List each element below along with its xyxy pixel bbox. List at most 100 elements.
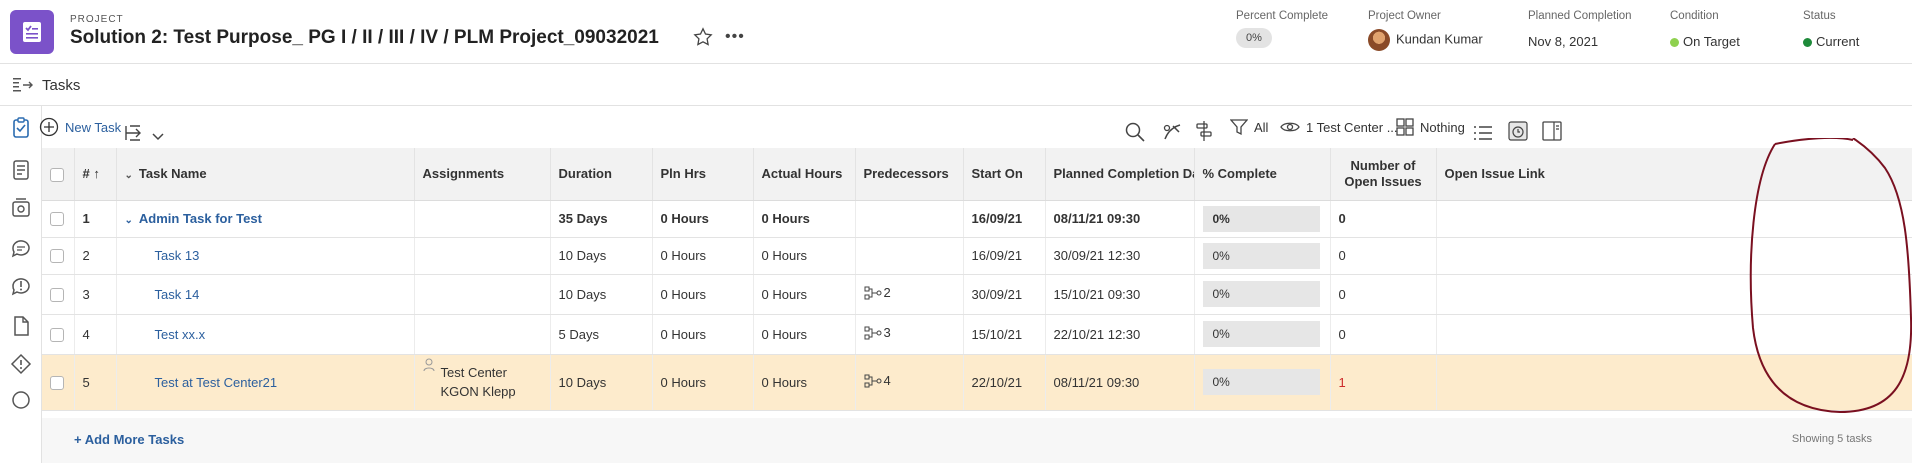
duration-cell[interactable]: 10 Days: [550, 354, 653, 411]
open-issue-link-cell[interactable]: [1436, 354, 1912, 411]
start-on-cell[interactable]: 22/10/21: [963, 354, 1046, 411]
add-more-tasks-button[interactable]: + Add More Tasks: [74, 432, 184, 447]
row-checkbox[interactable]: [50, 212, 64, 227]
pln-hrs-cell[interactable]: 0 Hours: [652, 200, 754, 238]
duration-cell[interactable]: 35 Days: [550, 200, 653, 238]
predecessors-cell[interactable]: 4: [855, 354, 964, 411]
grouping-button[interactable]: Nothing: [1396, 114, 1465, 140]
col-planned-completion[interactable]: Planned Completion Date: [1045, 148, 1195, 201]
issue-nav-icon[interactable]: [9, 274, 33, 298]
timeline-icon[interactable]: [1195, 118, 1213, 144]
status-value[interactable]: Current: [1816, 34, 1859, 49]
pln-hrs-cell[interactable]: 0 Hours: [652, 354, 754, 411]
pct-complete-cell[interactable]: 0%: [1202, 281, 1320, 307]
pct-complete-cell[interactable]: 0%: [1202, 369, 1320, 395]
avatar[interactable]: [1368, 29, 1390, 51]
predecessors-cell[interactable]: [855, 200, 964, 238]
assignments-cell[interactable]: [414, 237, 551, 275]
table-row[interactable]: 1 ⌄ Admin Task for Test 35 Days 0 Hours 0…: [42, 200, 1912, 238]
actual-hours-cell[interactable]: 0 Hours: [753, 237, 856, 275]
timer-icon[interactable]: [1508, 118, 1528, 144]
start-on-cell[interactable]: 16/09/21: [963, 237, 1046, 275]
select-all-checkbox[interactable]: [50, 167, 64, 182]
filter-button[interactable]: All: [1230, 114, 1268, 140]
table-row[interactable]: 4 Test xx.x 5 Days 0 Hours 0 Hours 3 15/…: [42, 314, 1912, 355]
col-actual-hours[interactable]: Actual Hours: [753, 148, 856, 201]
col-pct-complete[interactable]: % Complete: [1194, 148, 1331, 201]
list-view-icon[interactable]: [1473, 120, 1493, 146]
open-issue-link-cell[interactable]: [1436, 200, 1912, 238]
col-predecessors[interactable]: Predecessors: [855, 148, 964, 201]
duration-cell[interactable]: 10 Days: [550, 237, 653, 275]
task-name-link[interactable]: Test at Test Center21: [155, 375, 278, 390]
condition-value[interactable]: On Target: [1683, 34, 1740, 49]
search-icon[interactable]: [1125, 119, 1145, 145]
task-name-link[interactable]: Task 14: [155, 287, 200, 302]
row-checkbox[interactable]: [50, 327, 64, 342]
panel-toggle-icon[interactable]: [1542, 118, 1562, 144]
col-number[interactable]: # ↑: [74, 148, 117, 201]
select-all-cell[interactable]: [42, 148, 75, 201]
planned-completion-cell[interactable]: 15/10/21 09:30: [1045, 274, 1195, 315]
layers-nav-icon[interactable]: [9, 196, 33, 220]
document-nav-icon[interactable]: [9, 158, 33, 182]
pct-complete-cell[interactable]: 0%: [1202, 205, 1320, 232]
row-checkbox[interactable]: [50, 249, 64, 264]
collapse-panel-icon[interactable]: [12, 77, 34, 93]
indent-icon[interactable]: [124, 120, 146, 146]
pct-complete-cell[interactable]: 0%: [1202, 242, 1320, 269]
comment-nav-icon[interactable]: [9, 236, 33, 260]
assignments-cell[interactable]: [414, 274, 551, 315]
predecessors-cell[interactable]: [855, 237, 964, 275]
col-pln-hrs[interactable]: Pln Hrs: [652, 148, 754, 201]
star-icon[interactable]: [693, 27, 713, 47]
planned-completion-cell[interactable]: 22/10/21 12:30: [1045, 314, 1195, 355]
open-issue-link-cell[interactable]: [1436, 237, 1912, 275]
more-options-icon[interactable]: •••: [725, 28, 745, 46]
assignments-cell[interactable]: [414, 314, 551, 355]
project-owner-name[interactable]: Kundan Kumar: [1396, 31, 1483, 46]
start-on-cell[interactable]: 30/09/21: [963, 274, 1046, 315]
row-checkbox[interactable]: [50, 375, 64, 390]
start-on-cell[interactable]: 15/10/21: [963, 314, 1046, 355]
col-open-issue-link[interactable]: Open Issue Link: [1436, 148, 1912, 201]
task-name-link[interactable]: Test xx.x: [155, 327, 206, 342]
risk-nav-icon[interactable]: [9, 352, 33, 376]
predecessors-cell[interactable]: 2: [855, 274, 964, 315]
duration-cell[interactable]: 10 Days: [550, 274, 653, 315]
actual-hours-cell[interactable]: 0 Hours: [753, 354, 856, 411]
table-row[interactable]: 2 Task 13 10 Days 0 Hours 0 Hours 16/09/…: [42, 237, 1912, 275]
table-row[interactable]: 5 Test at Test Center21 Test Center KGON…: [42, 354, 1912, 411]
assignments-cell[interactable]: Test Center KGON Klepp: [414, 354, 551, 411]
col-start-on[interactable]: Start On: [963, 148, 1046, 201]
pln-hrs-cell[interactable]: 0 Hours: [652, 314, 754, 355]
col-duration[interactable]: Duration: [550, 148, 653, 201]
open-issue-link-cell[interactable]: [1436, 274, 1912, 315]
tasks-nav-icon[interactable]: [9, 116, 33, 140]
file-nav-icon[interactable]: [9, 314, 33, 338]
row-checkbox[interactable]: [50, 287, 64, 302]
open-issue-link-cell[interactable]: [1436, 314, 1912, 355]
actual-hours-cell[interactable]: 0 Hours: [753, 314, 856, 355]
actual-hours-cell[interactable]: 0 Hours: [753, 200, 856, 238]
pct-complete-cell[interactable]: 0%: [1202, 321, 1320, 347]
planned-completion-cell[interactable]: 08/11/21 09:30: [1045, 354, 1195, 411]
view-button[interactable]: 1 Test Center ...: [1280, 114, 1398, 140]
predecessors-cell[interactable]: 3: [855, 314, 964, 355]
new-task-button[interactable]: New Task: [39, 114, 121, 140]
task-name-link[interactable]: Task 13: [155, 248, 200, 263]
table-row[interactable]: 3 Task 14 10 Days 0 Hours 0 Hours 2 30/0…: [42, 274, 1912, 315]
more-nav-icon[interactable]: [9, 388, 33, 412]
col-open-issues[interactable]: Number of Open Issues: [1330, 148, 1437, 201]
planned-completion-cell[interactable]: 30/09/21 12:30: [1045, 237, 1195, 275]
duration-cell[interactable]: 5 Days: [550, 314, 653, 355]
actual-hours-cell[interactable]: 0 Hours: [753, 274, 856, 315]
highlight-icon[interactable]: [1162, 119, 1184, 145]
chevron-down-icon[interactable]: [152, 124, 164, 150]
planned-completion-cell[interactable]: 08/11/21 09:30: [1045, 200, 1195, 238]
pln-hrs-cell[interactable]: 0 Hours: [652, 274, 754, 315]
start-on-cell[interactable]: 16/09/21: [963, 200, 1046, 238]
col-task-name[interactable]: ⌄ Task Name: [116, 148, 415, 201]
pln-hrs-cell[interactable]: 0 Hours: [652, 237, 754, 275]
assignments-cell[interactable]: [414, 200, 551, 238]
